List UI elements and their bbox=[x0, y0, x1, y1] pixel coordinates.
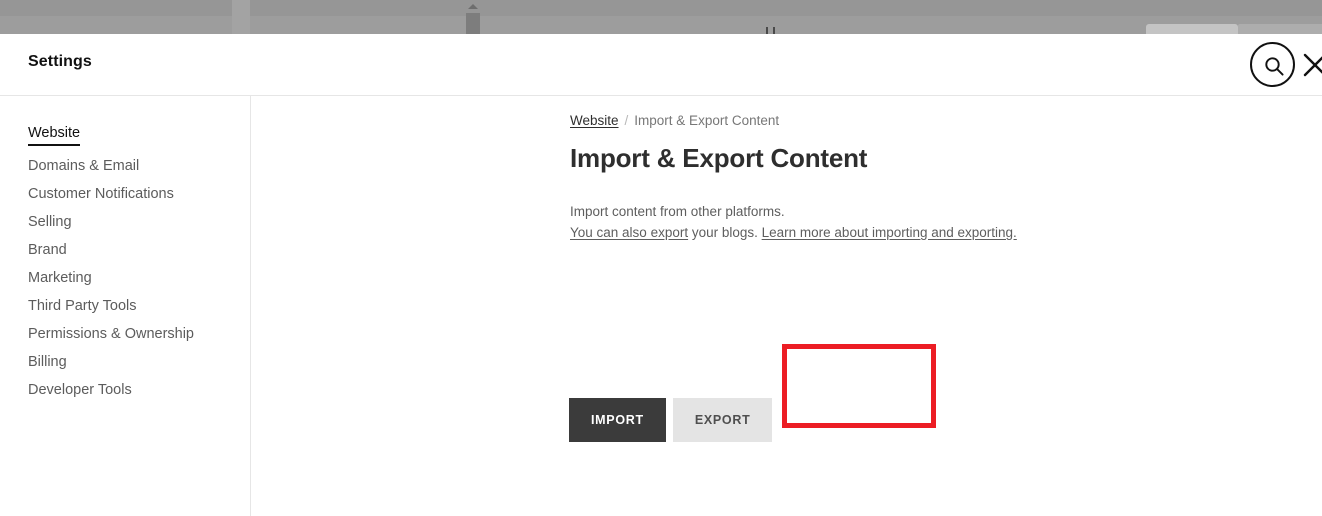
description-line-2: You can also export your blogs. Learn mo… bbox=[570, 222, 1270, 243]
backdrop-stripe-lower bbox=[0, 16, 1322, 34]
app-root: Settings Website Domains & Email Custome… bbox=[0, 0, 1322, 516]
settings-overlay: Settings Website Domains & Email Custome… bbox=[0, 34, 1322, 516]
breadcrumb: Website / Import & Export Content bbox=[570, 113, 1270, 128]
sidebar-item-customer-notifications[interactable]: Customer Notifications bbox=[28, 180, 238, 208]
export-button[interactable]: EXPORT bbox=[672, 398, 773, 442]
scrollbar-thumb[interactable] bbox=[466, 13, 480, 34]
breadcrumb-current: Import & Export Content bbox=[634, 113, 780, 128]
export-blogs-link[interactable]: You can also export bbox=[570, 225, 688, 240]
backdrop-scrollbar[interactable] bbox=[232, 0, 480, 34]
sidebar-item-marketing[interactable]: Marketing bbox=[28, 264, 238, 292]
backdrop-button-primary bbox=[1146, 24, 1238, 34]
close-icon bbox=[1301, 51, 1322, 79]
settings-header: Settings bbox=[0, 34, 1322, 96]
backdrop-glyph-right bbox=[773, 27, 775, 34]
sidebar-item-permissions-ownership[interactable]: Permissions & Ownership bbox=[28, 320, 238, 348]
learn-more-link[interactable]: Learn more about importing and exporting… bbox=[762, 225, 1017, 240]
sidebar-item-billing[interactable]: Billing bbox=[28, 348, 238, 376]
description-block: Import content from other platforms. You… bbox=[570, 201, 1270, 243]
settings-sidebar: Website Domains & Email Customer Notific… bbox=[0, 96, 251, 516]
sidebar-nav-list: Website Domains & Email Customer Notific… bbox=[28, 122, 238, 404]
breadcrumb-link-website[interactable]: Website bbox=[570, 113, 619, 128]
sidebar-item-brand[interactable]: Brand bbox=[28, 236, 238, 264]
description-line-2-text: your blogs. bbox=[688, 225, 762, 240]
settings-body: Website Domains & Email Customer Notific… bbox=[0, 96, 1322, 516]
import-button[interactable]: IMPORT bbox=[569, 398, 666, 442]
search-button[interactable] bbox=[1250, 42, 1295, 87]
content-heading: Import & Export Content bbox=[570, 143, 868, 173]
content-column: Website / Import & Export Content Import &… bbox=[570, 96, 1270, 243]
annotation-highlight-box bbox=[782, 344, 936, 428]
sidebar-item-developer-tools[interactable]: Developer Tools bbox=[28, 376, 238, 404]
sidebar-item-selling[interactable]: Selling bbox=[28, 208, 238, 236]
backdrop-glyph-left bbox=[766, 27, 768, 34]
backdrop-button-secondary bbox=[1238, 24, 1322, 34]
page-title: Settings bbox=[28, 53, 92, 70]
close-button[interactable] bbox=[1301, 51, 1322, 79]
breadcrumb-separator: / bbox=[624, 113, 629, 128]
scroll-up-arrow-icon[interactable] bbox=[468, 4, 478, 9]
sidebar-item-third-party-tools[interactable]: Third Party Tools bbox=[28, 292, 238, 320]
description-line-1: Import content from other platforms. bbox=[570, 204, 785, 219]
settings-content: Website / Import & Export Content Import &… bbox=[252, 96, 1322, 516]
import-export-button-row: IMPORT EXPORT bbox=[569, 398, 773, 442]
sidebar-item-website[interactable]: Website bbox=[28, 122, 81, 146]
page-backdrop bbox=[0, 0, 1322, 34]
backdrop-stripe-top bbox=[0, 0, 1322, 16]
sidebar-item-domains-email[interactable]: Domains & Email bbox=[28, 152, 238, 180]
